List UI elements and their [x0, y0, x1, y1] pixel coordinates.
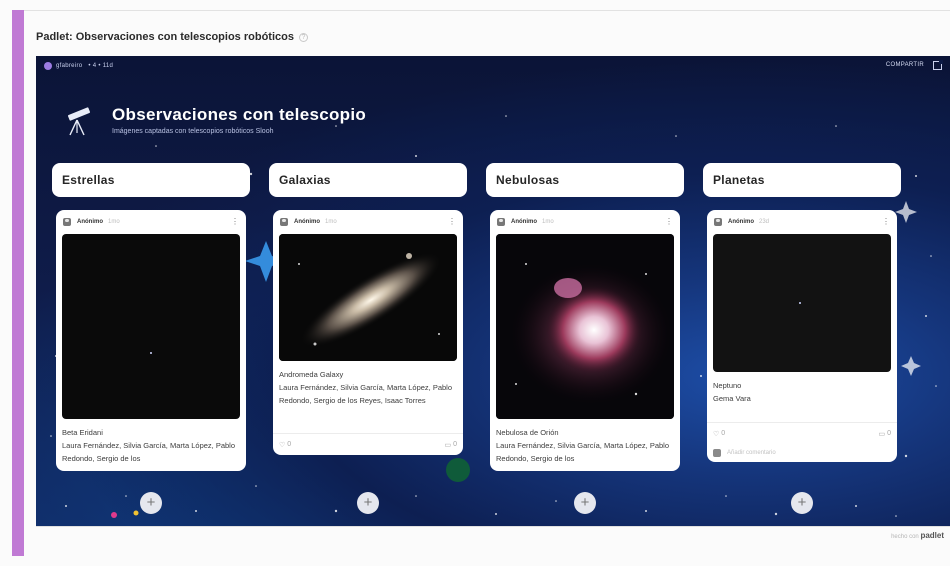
- post-header: Anónimo 1mo ⋮: [490, 210, 680, 234]
- like-count: 0: [721, 430, 726, 437]
- add-post-button-estrellas[interactable]: +: [140, 492, 162, 514]
- expand-icon[interactable]: [933, 60, 943, 70]
- made-with-padlet[interactable]: hecho con padlet: [891, 531, 944, 540]
- post-image-orion-nebula[interactable]: [496, 234, 674, 419]
- bottom-divider: [36, 526, 950, 527]
- post-footer: ♡ 0 ▭ 0: [707, 422, 897, 444]
- post-authors: Laura Fernández, Silvia García, Marta Ló…: [496, 441, 670, 463]
- post-time: 23d: [759, 219, 770, 225]
- page-title: Padlet: Observaciones con telescopios ro…: [36, 31, 294, 43]
- board-topbar: gfabreiro • 4 • 11d: [36, 56, 950, 76]
- post-card[interactable]: Anónimo 1mo ⋮: [490, 210, 680, 471]
- column-galaxias: Galaxias Anónimo 1mo ⋮ Andromeda Galaxy …: [269, 163, 467, 455]
- avatar: [713, 449, 721, 457]
- orion-nebula-image: [496, 234, 674, 419]
- page-title-row: Padlet: Observaciones con telescopios ro…: [36, 29, 308, 45]
- post-author: Anónimo: [77, 219, 103, 225]
- like-count: 0: [287, 441, 292, 448]
- help-icon[interactable]: ?: [298, 32, 308, 42]
- comment-count: 0: [453, 441, 457, 448]
- avatar: [714, 218, 722, 226]
- add-post-button-galaxias[interactable]: +: [357, 492, 379, 514]
- post-body: Nebulosa de Orión Laura Fernández, Silvi…: [490, 419, 680, 471]
- post-time: 1mo: [542, 219, 554, 225]
- post-author: Anónimo: [728, 219, 754, 225]
- top-divider: [24, 10, 950, 11]
- column-estrellas: Estrellas Anónimo 1mo ⋮ Beta Eridani Lau…: [52, 163, 250, 471]
- add-comment-field[interactable]: Añadir comentario: [707, 444, 897, 462]
- add-post-button-nebulosas[interactable]: +: [574, 492, 596, 514]
- post-header: Anónimo 1mo ⋮: [273, 210, 463, 234]
- column-title[interactable]: Galaxias: [269, 163, 467, 197]
- post-author: Anónimo: [294, 219, 320, 225]
- left-accent-bar: [12, 10, 24, 556]
- column-planetas: Planetas Anónimo 23d ⋮ Neptuno Gema Vara…: [703, 163, 901, 462]
- planet-point: [799, 302, 801, 304]
- board-title: Observaciones con telescopio: [112, 105, 367, 124]
- avatar: [63, 218, 71, 226]
- more-options-icon[interactable]: ⋮: [665, 218, 673, 226]
- post-author: Anónimo: [511, 219, 537, 225]
- column-title[interactable]: Estrellas: [52, 163, 250, 197]
- column-title[interactable]: Planetas: [703, 163, 901, 197]
- heart-icon[interactable]: ♡ 0: [279, 441, 291, 449]
- more-options-icon[interactable]: ⋮: [448, 218, 456, 226]
- board-subtitle: Imágenes captadas con telescopios robóti…: [112, 128, 274, 135]
- padlet-brand: padlet: [920, 531, 944, 540]
- board-owner[interactable]: gfabreiro: [56, 63, 82, 69]
- post-card[interactable]: Anónimo 1mo ⋮ Beta Eridani Laura Fernánd…: [56, 210, 246, 471]
- heart-icon[interactable]: ♡ 0: [713, 430, 725, 438]
- post-image-neptune[interactable]: [713, 234, 891, 372]
- more-options-icon[interactable]: ⋮: [882, 218, 890, 226]
- star-point: [150, 352, 152, 354]
- post-header: Anónimo 1mo ⋮: [56, 210, 246, 234]
- user-avatar[interactable]: [44, 62, 52, 70]
- post-body: Andromeda Galaxy Laura Fernández, Silvia…: [273, 361, 463, 433]
- comment-count: 0: [887, 430, 891, 437]
- post-authors: Laura Fernández, Silvia García, Marta Ló…: [279, 383, 453, 405]
- post-image-andromeda[interactable]: [279, 234, 457, 361]
- post-time: 1mo: [108, 219, 120, 225]
- column-nebulosas: Nebulosas Anónimo 1mo ⋮ Nebulosa de Orió…: [486, 163, 684, 471]
- post-time: 1mo: [325, 219, 337, 225]
- comment-icon[interactable]: ▭ 0: [878, 430, 891, 438]
- padlet-page: Padlet: Observaciones con telescopios ro…: [0, 0, 950, 566]
- add-post-button-planetas[interactable]: +: [791, 492, 813, 514]
- board-stats: • 4 • 11d: [88, 63, 114, 69]
- board-header: Observaciones con telescopio Imágenes ca…: [62, 103, 366, 137]
- post-caption: Nebulosa de Orión: [496, 428, 559, 437]
- column-title[interactable]: Nebulosas: [486, 163, 684, 197]
- avatar: [497, 218, 505, 226]
- post-image-beta-eridani[interactable]: [62, 234, 240, 419]
- telescope-icon: [67, 107, 91, 136]
- comment-icon[interactable]: ▭ 0: [444, 441, 457, 449]
- post-authors: Laura Fernández, Silvia García, Marta Ló…: [62, 441, 236, 463]
- post-caption: Neptuno: [713, 381, 742, 390]
- post-card[interactable]: Anónimo 23d ⋮ Neptuno Gema Vara ♡ 0 ▭ 0: [707, 210, 897, 462]
- post-body: Neptuno Gema Vara: [707, 372, 897, 422]
- post-header: Anónimo 23d ⋮: [707, 210, 897, 234]
- post-card[interactable]: Anónimo 1mo ⋮: [273, 210, 463, 455]
- add-comment-placeholder: Añadir comentario: [727, 450, 776, 456]
- post-body: Beta Eridani Laura Fernández, Silvia Gar…: [56, 419, 246, 471]
- andromeda-galaxy-image: [279, 234, 457, 361]
- post-authors: Gema Vara: [713, 394, 751, 403]
- post-caption: Andromeda Galaxy: [279, 370, 344, 379]
- padlet-board: gfabreiro • 4 • 11d COMPARTIR Observacio…: [36, 56, 950, 526]
- made-with-text: hecho con: [891, 534, 919, 540]
- post-caption: Beta Eridani: [62, 428, 103, 437]
- avatar: [280, 218, 288, 226]
- share-button[interactable]: COMPARTIR: [886, 62, 924, 68]
- more-options-icon[interactable]: ⋮: [231, 218, 239, 226]
- post-footer: ♡ 0 ▭ 0: [273, 433, 463, 455]
